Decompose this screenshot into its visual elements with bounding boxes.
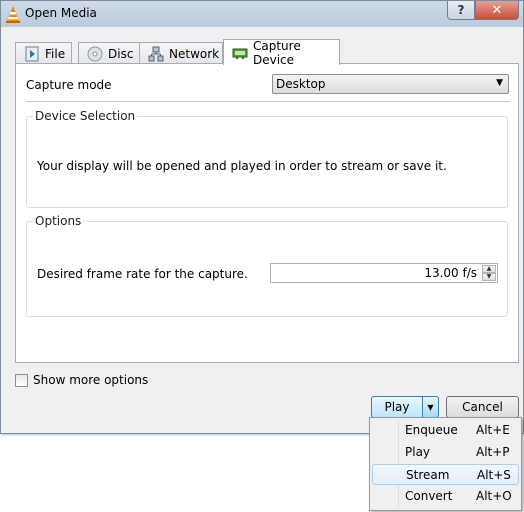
tab-capture-device-label: Capture Device: [253, 38, 301, 67]
divider: [26, 101, 510, 102]
network-icon: [148, 46, 164, 62]
help-button[interactable]: ?: [447, 1, 475, 20]
cancel-button[interactable]: Cancel: [446, 396, 519, 418]
menu-item-shortcut: Alt+P: [476, 445, 510, 459]
options-title: Options: [33, 214, 84, 228]
file-icon: [24, 46, 40, 62]
menu-item-enqueue[interactable]: Enqueue Alt+E: [372, 420, 519, 441]
capture-mode-select[interactable]: Desktop ▼: [272, 74, 509, 94]
menu-item-convert[interactable]: Convert Alt+O: [372, 486, 519, 507]
tab-disc-label: Disc: [108, 46, 134, 61]
show-more-checkbox[interactable]: [15, 373, 28, 387]
menu-item-label: Stream: [406, 468, 450, 482]
menu-item-label: Play: [405, 445, 431, 459]
capture-device-panel: Capture mode Desktop ▼ Device Selection …: [15, 63, 519, 363]
disc-icon: [87, 46, 103, 62]
window-title: Open Media: [25, 6, 97, 20]
play-menu: Enqueue Alt+E Play Alt+P Stream Alt+S Co…: [369, 417, 522, 511]
device-selection-group: Device Selection Your display will be op…: [26, 109, 508, 208]
title-buttons: ? ✕: [447, 1, 519, 21]
menu-item-shortcut: Alt+E: [476, 423, 510, 437]
open-media-dialog: Open Media ? ✕ File Disc Network Capture…: [0, 0, 524, 434]
play-split-button: Play ▼: [371, 396, 439, 418]
cancel-button-label: Cancel: [462, 400, 503, 414]
show-more-options[interactable]: Show more options: [15, 373, 148, 387]
device-selection-title: Device Selection: [33, 109, 138, 123]
menu-item-shortcut: Alt+S: [477, 468, 511, 482]
frame-rate-label: Desired frame rate for the capture.: [37, 267, 248, 281]
menu-item-stream[interactable]: Stream Alt+S: [372, 464, 519, 485]
menu-item-play[interactable]: Play Alt+P: [372, 442, 519, 463]
spin-down-icon[interactable]: ▼: [482, 273, 496, 281]
show-more-label: Show more options: [33, 373, 149, 387]
tab-file[interactable]: File: [15, 42, 72, 64]
vlc-cone-icon: [6, 6, 20, 23]
frame-rate-spinbox[interactable]: 13.00 f/s ▲ ▼: [270, 263, 498, 283]
frame-rate-stepper: ▲ ▼: [482, 265, 496, 281]
tab-network[interactable]: Network: [139, 42, 223, 64]
tab-file-label: File: [45, 46, 66, 61]
capture-mode-value: Desktop: [276, 77, 326, 91]
spin-up-icon[interactable]: ▲: [482, 265, 496, 273]
frame-rate-value: 13.00 f/s: [424, 266, 477, 280]
play-dropdown-button[interactable]: ▼: [423, 396, 439, 418]
chevron-down-icon: ▼: [427, 402, 434, 412]
menu-item-label: Enqueue: [405, 423, 458, 437]
menu-item-label: Convert: [405, 489, 453, 503]
device-selection-description: Your display will be opened and played i…: [37, 159, 447, 173]
capture-device-icon: [232, 45, 248, 61]
play-button[interactable]: Play: [371, 396, 423, 418]
tab-network-label: Network: [169, 46, 220, 61]
menu-item-shortcut: Alt+O: [476, 489, 512, 503]
capture-mode-label: Capture mode: [26, 78, 112, 92]
title-bar[interactable]: Open Media ? ✕: [1, 1, 523, 27]
tab-disc[interactable]: Disc: [78, 42, 145, 64]
play-button-label: Play: [384, 400, 410, 414]
chevron-down-icon: ▼: [496, 78, 503, 88]
tab-capture-device[interactable]: Capture Device: [223, 38, 340, 67]
close-button[interactable]: ✕: [475, 1, 519, 20]
